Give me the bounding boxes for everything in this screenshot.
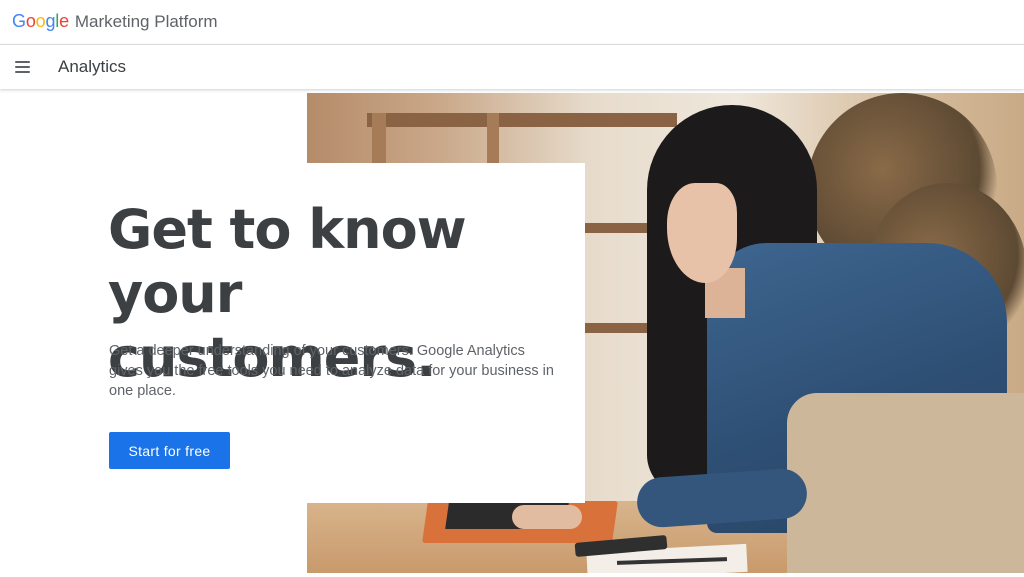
brand-product-name: Marketing Platform <box>74 12 218 31</box>
top-brand-bar: Google Marketing Platform <box>0 0 1024 45</box>
google-wordmark: Google <box>12 11 69 32</box>
start-for-free-button[interactable]: Start for free <box>109 432 230 469</box>
google-letter: g <box>45 11 56 31</box>
google-marketing-platform-logo[interactable]: Google Marketing Platform <box>12 11 218 35</box>
google-letter: e <box>59 11 69 31</box>
google-letter: o <box>25 11 36 31</box>
google-letter: o <box>35 11 46 31</box>
hero-headline-line-1: Get to know <box>108 198 467 261</box>
hamburger-menu-icon[interactable] <box>10 56 34 78</box>
product-nav-bar: Analytics <box>0 45 1024 89</box>
google-letter: G <box>12 11 26 31</box>
hero-description: Get a deeper understanding of your custo… <box>109 343 554 399</box>
product-title[interactable]: Analytics <box>58 57 126 77</box>
